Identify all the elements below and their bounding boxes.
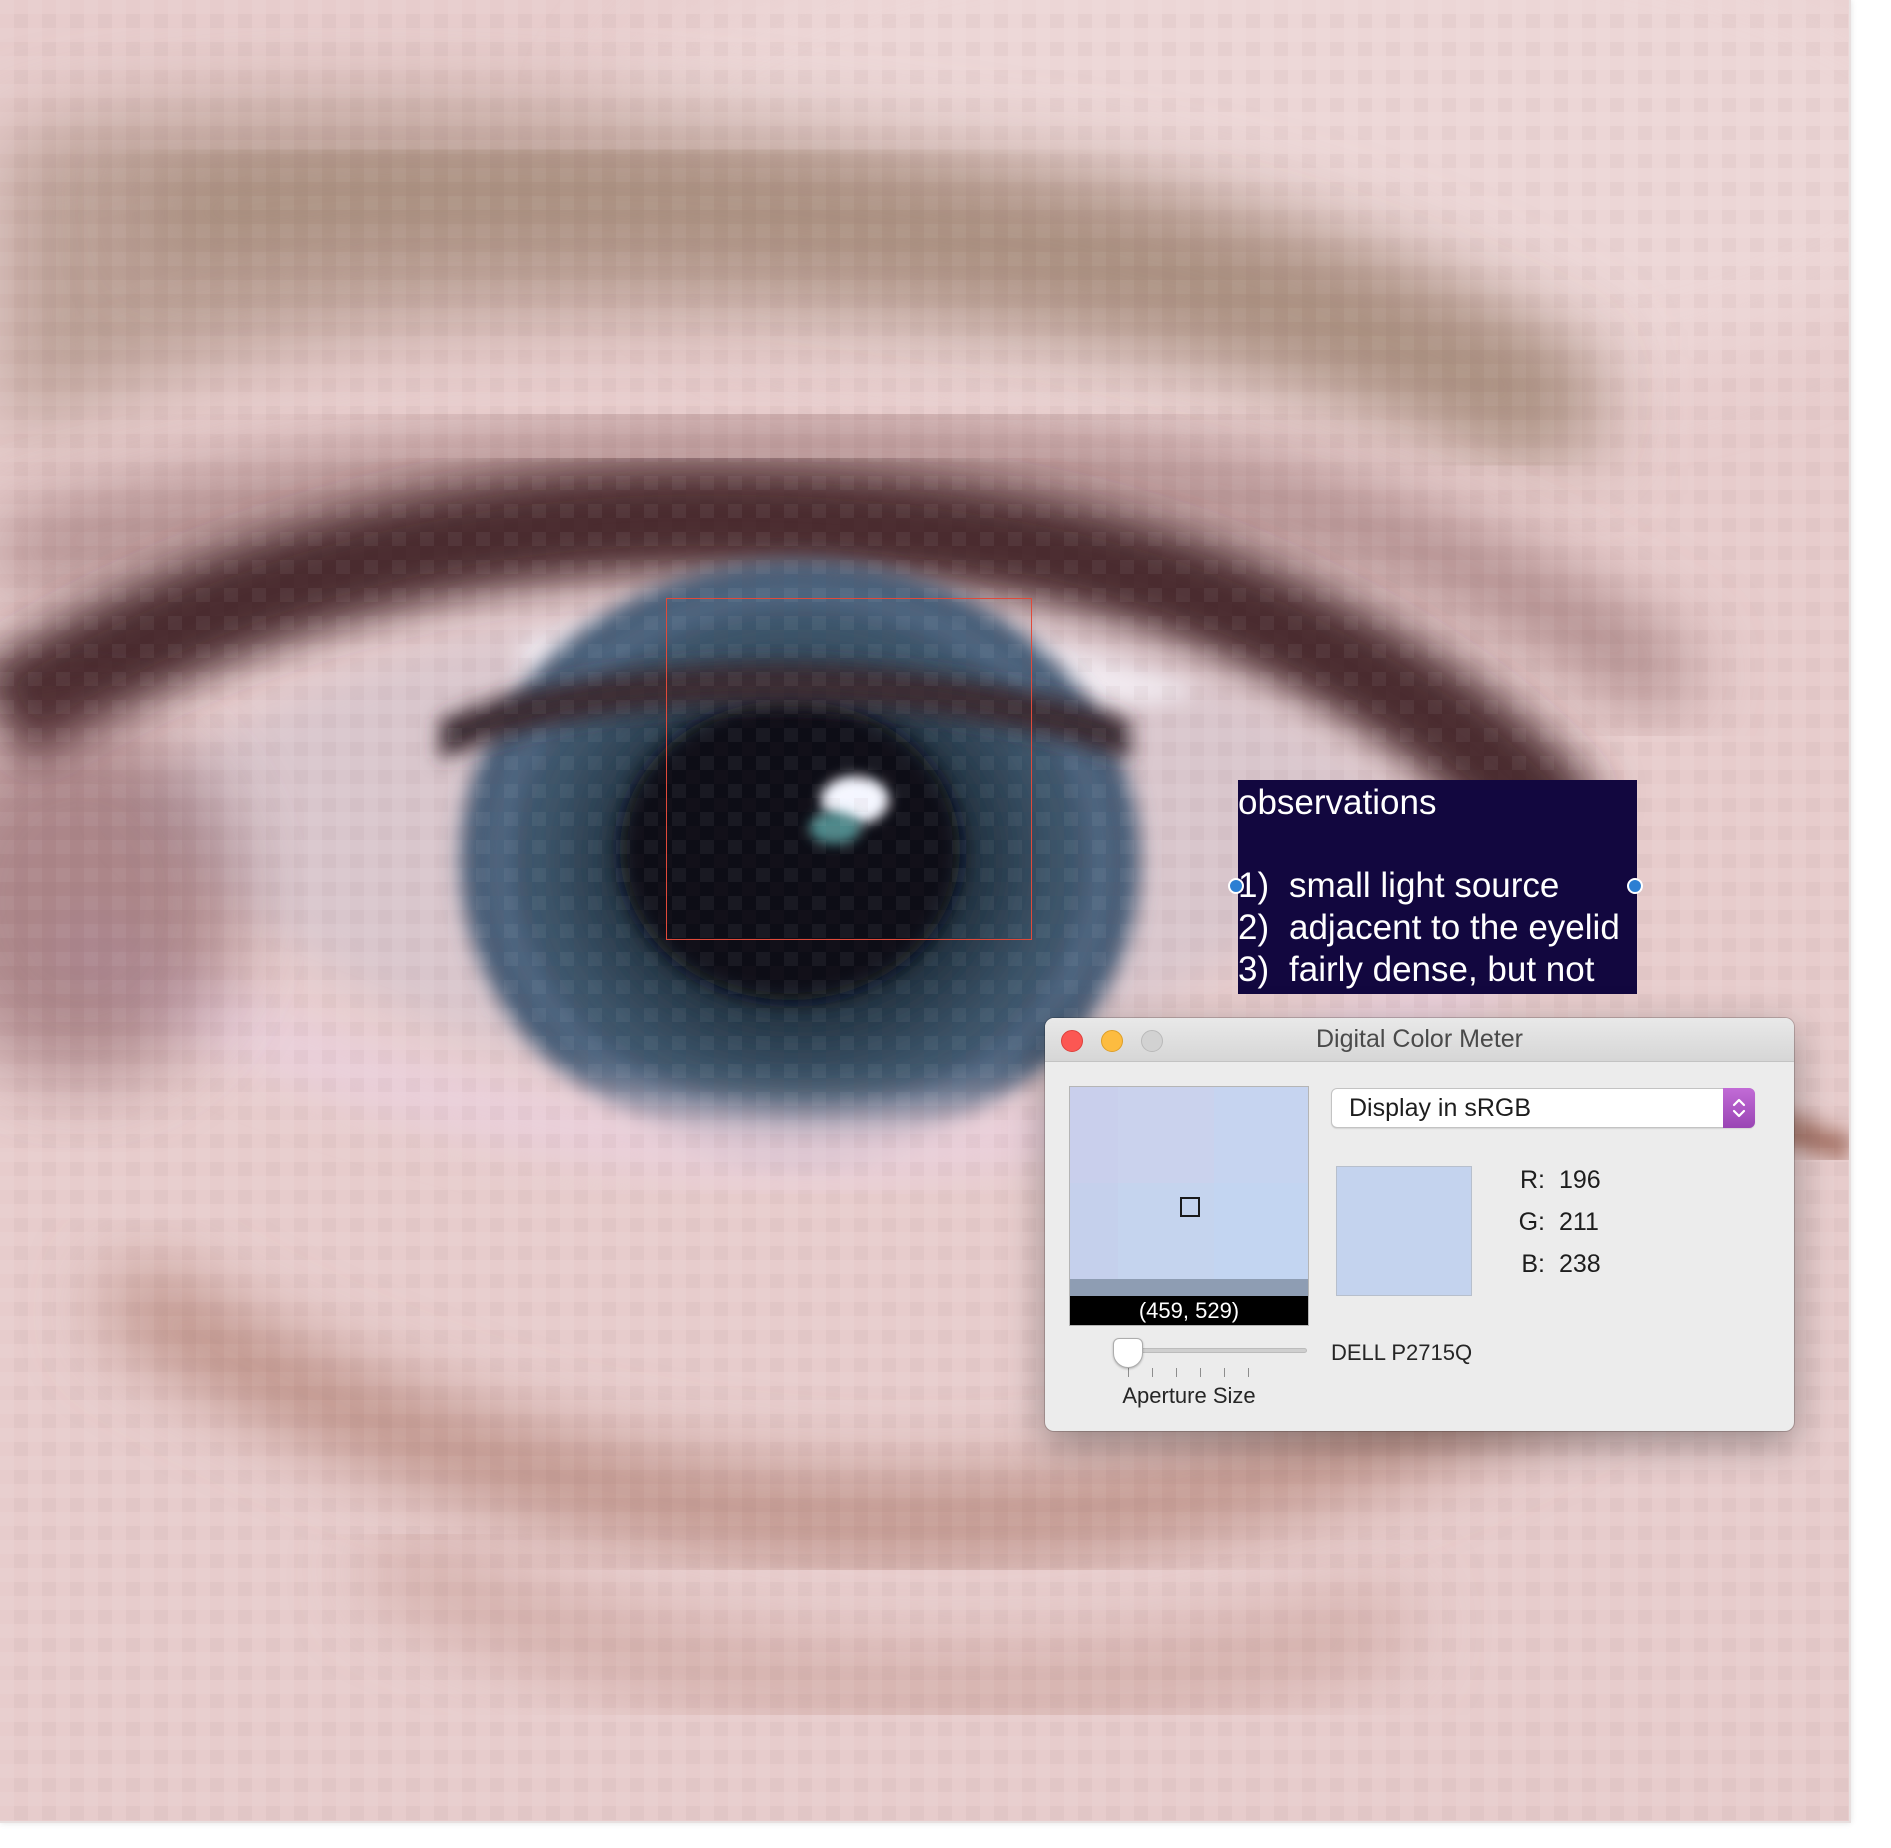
preview-pixel [1070,1087,1118,1183]
monitor-name: DELL P2715Q [1331,1340,1473,1365]
annotation-item-text: adjacent to the eyelid [1289,908,1620,947]
preview-pixel [1214,1087,1308,1183]
display-mode-select[interactable]: Display in sRGB [1331,1088,1755,1128]
aperture-preview: (459, 529) [1069,1086,1309,1326]
preview-pixel [1214,1183,1308,1279]
annotation-item-text: fairly dense, but not [1289,950,1595,989]
blue-label: B: [1521,1250,1545,1278]
annotation-item-number: 2) [1238,908,1270,947]
annotation-item-number: 1) [1238,866,1270,905]
aperture-size-slider-track[interactable] [1125,1348,1307,1353]
chevron-up-down-icon[interactable] [1723,1088,1755,1128]
minimize-button[interactable] [1101,1030,1123,1052]
sampled-color-swatch [1336,1166,1472,1296]
annotation-item: 2) adjacent to the eyelid [1238,907,1620,949]
close-button[interactable] [1061,1030,1083,1052]
green-value: 211 [1559,1208,1599,1236]
blue-value: 238 [1559,1250,1601,1278]
annotation-title: observations [1238,783,1437,822]
slider-tick [1152,1368,1153,1377]
red-value-row: R: 196 [1501,1166,1601,1195]
slider-tick [1248,1368,1249,1377]
digital-color-meter-window: Digital Color Meter (459, 529) Aperture … [1045,1018,1794,1431]
annotation-item-number: 3) [1238,950,1270,989]
resize-handle-left[interactable] [1228,878,1244,894]
selection-rectangle[interactable] [666,598,1032,940]
red-label: R: [1520,1166,1545,1194]
aperture-size-slider-knob[interactable] [1113,1338,1143,1368]
screen: observations 1) small light source 2) adja… [0,0,1891,1848]
display-mode-value: Display in sRGB [1349,1094,1531,1122]
slider-tick [1224,1368,1225,1377]
aperture-size-label: Aperture Size [1122,1383,1256,1408]
blue-value-row: B: 238 [1501,1250,1601,1279]
annotation-item-text: small light source [1289,866,1560,905]
preview-pixel [1070,1183,1118,1279]
green-label: G: [1518,1208,1545,1236]
green-value-row: G: 211 [1501,1208,1599,1237]
zoom-button[interactable] [1141,1030,1163,1052]
annotation-item: 3) fairly dense, but not [1238,949,1594,991]
preview-pixel [1118,1087,1214,1183]
red-value: 196 [1559,1166,1601,1194]
slider-tick [1176,1368,1177,1377]
slider-tick [1200,1368,1201,1377]
annotation-item: 1) small light source [1238,865,1559,907]
window-titlebar[interactable]: Digital Color Meter [1045,1018,1794,1062]
slider-tick [1128,1368,1129,1377]
cursor-coordinates: (459, 529) [1070,1296,1308,1325]
observations-annotation[interactable]: observations 1) small light source 2) adja… [1228,780,1643,994]
aperture-marker [1180,1197,1200,1217]
resize-handle-right[interactable] [1627,878,1643,894]
